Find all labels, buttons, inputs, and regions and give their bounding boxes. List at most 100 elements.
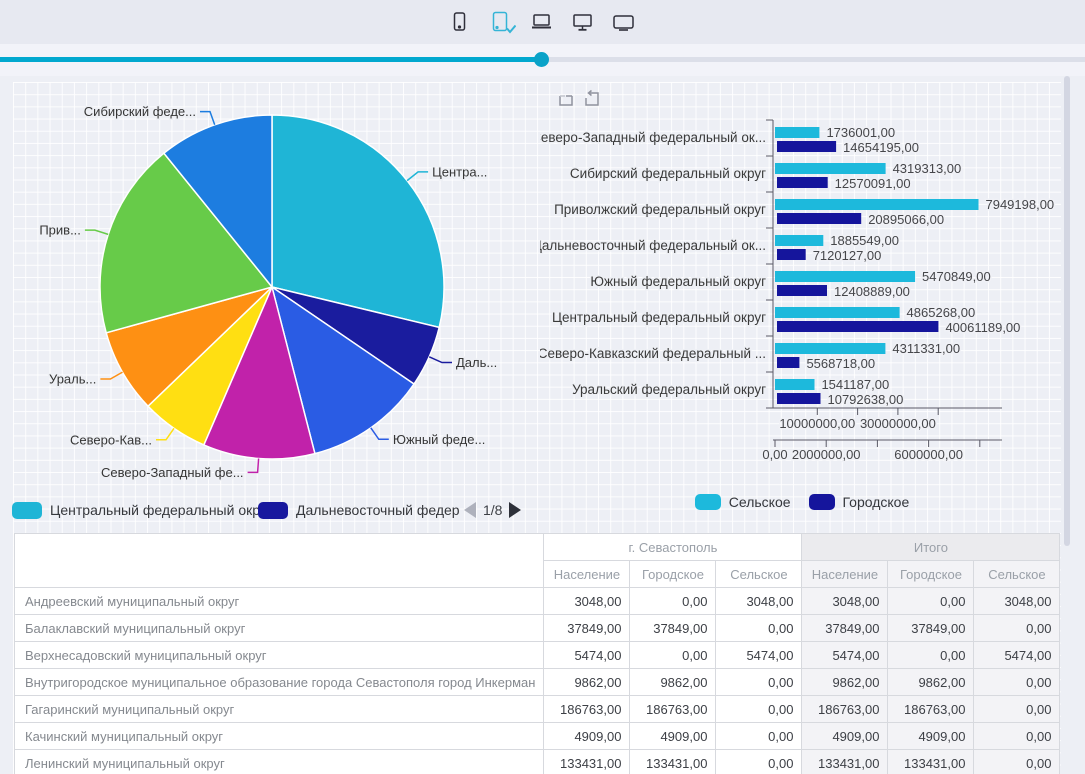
table-row[interactable]: Андреевский муниципальный округ3048,000,… (15, 588, 1060, 615)
table-row[interactable]: Балаклавский муниципальный округ37849,00… (15, 615, 1060, 642)
bar-category-label: Центральный федеральный округ (552, 310, 766, 325)
table-row[interactable]: Внутригородское муниципальное образовани… (15, 669, 1060, 696)
table-column-header: Сельское (716, 561, 802, 588)
bar-rural-5[interactable] (775, 307, 900, 318)
table-group-header: г. Севастополь (544, 534, 802, 561)
value-cell: 37849,00 (802, 615, 888, 642)
value-cell: 133431,00 (888, 750, 974, 774)
value-cell: 3048,00 (544, 588, 630, 615)
table-column-header: Население (802, 561, 888, 588)
value-cell: 4909,00 (630, 723, 716, 750)
next-page-icon[interactable] (509, 502, 521, 518)
value-cell: 0,00 (888, 642, 974, 669)
value-cell: 186763,00 (630, 696, 716, 723)
bar-urban-1[interactable] (777, 177, 828, 188)
value-cell: 0,00 (716, 723, 802, 750)
bar-value-label: 5470849,00 (922, 269, 991, 284)
table-column-header: Сельское (974, 561, 1060, 588)
bar-value-label: 7120127,00 (813, 248, 882, 263)
bar-urban-6[interactable] (777, 357, 799, 368)
svg-text:30000000,00: 30000000,00 (860, 416, 936, 431)
bar-rural-4[interactable] (775, 271, 915, 282)
value-cell: 37849,00 (630, 615, 716, 642)
pie-chart[interactable]: Центра...Даль...Южный феде...Северо-Запа… (0, 76, 530, 526)
bar-value-label: 40061189,00 (945, 320, 1020, 335)
bar-value-label: 7949198,00 (985, 197, 1054, 212)
population-table: г. СевастопольИтогоНаселениеГородскоеСел… (14, 533, 1060, 774)
bar-legend-item-0[interactable]: Сельское (695, 489, 791, 515)
bar-urban-4[interactable] (777, 285, 827, 296)
slider-handle[interactable] (534, 52, 549, 67)
value-cell: 5474,00 (974, 642, 1060, 669)
tablet-icon (488, 9, 516, 35)
row-name-cell: Ленинский муниципальный округ (15, 750, 544, 774)
bar-category-label: Приволжский федеральный округ (554, 202, 766, 217)
smartphone-icon (447, 9, 475, 35)
bar-urban-3[interactable] (777, 249, 806, 260)
bar-urban-5[interactable] (777, 321, 938, 332)
bar-value-label: 1541187,00 (821, 377, 889, 392)
bar-rural-2[interactable] (775, 199, 979, 210)
table-row[interactable]: Верхнесадовский муниципальный округ5474,… (15, 642, 1060, 669)
desktop-monitor-button[interactable] (570, 9, 598, 35)
bar-category-label: Северо-Западный федеральный ок... (540, 130, 766, 145)
pie-legend: Центральный федеральный округ Дальневост… (0, 497, 540, 523)
value-cell: 9862,00 (630, 669, 716, 696)
bar-legend-item-1[interactable]: Городское (809, 489, 910, 515)
bar-category-label: Северо-Кавказский федеральный ... (540, 346, 766, 361)
value-cell: 0,00 (716, 696, 802, 723)
smartphone-button[interactable] (447, 9, 475, 35)
pie-legend-item-1[interactable]: Дальневосточный федеральны (258, 497, 459, 523)
bar-value-label: 20895066,00 (868, 212, 944, 227)
value-cell: 0,00 (974, 696, 1060, 723)
value-cell: 186763,00 (888, 696, 974, 723)
legend-swatch (695, 494, 721, 510)
tablet-button[interactable] (488, 9, 516, 35)
value-cell: 0,00 (888, 588, 974, 615)
pie-slice-label: Сибирский феде... (84, 104, 196, 119)
pie-slice-label: Северо-Западный фе... (101, 465, 244, 480)
value-cell: 4909,00 (544, 723, 630, 750)
bar-rural-6[interactable] (775, 343, 885, 354)
svg-text:0,00: 0,00 (762, 447, 787, 462)
row-name-cell: Качинский муниципальный округ (15, 723, 544, 750)
device-preview-switcher (0, 0, 1085, 44)
bar-urban-7[interactable] (777, 393, 821, 404)
row-name-cell: Внутригородское муниципальное образовани… (15, 669, 544, 696)
bar-rural-1[interactable] (775, 163, 886, 174)
prev-page-icon[interactable] (464, 502, 476, 518)
bar-value-label: 12570091,00 (835, 176, 911, 191)
table-row[interactable]: Ленинский муниципальный округ133431,0013… (15, 750, 1060, 774)
bar-rural-7[interactable] (775, 379, 815, 390)
table-row[interactable]: Гагаринский муниципальный округ186763,00… (15, 696, 1060, 723)
laptop-icon (529, 9, 557, 35)
laptop-button[interactable] (529, 9, 557, 35)
bar-urban-2[interactable] (777, 213, 861, 224)
slider-fill (0, 57, 541, 62)
legend-swatch (12, 502, 42, 519)
bar-value-label: 14654195,00 (843, 140, 919, 155)
pie-slice-label: Центра... (432, 164, 487, 179)
bar-chart[interactable]: Северо-Западный федеральный ок...1736001… (540, 76, 1064, 476)
svg-text:2000000,00: 2000000,00 (792, 447, 861, 462)
bar-rural-0[interactable] (775, 127, 819, 138)
value-cell: 133431,00 (630, 750, 716, 774)
bar-urban-0[interactable] (777, 141, 836, 152)
bar-value-label: 1885549,00 (830, 233, 899, 248)
zoom-slider-row (0, 44, 1085, 76)
table-column-header: Городское (630, 561, 716, 588)
dashboard-canvas: Центра...Даль...Южный феде...Северо-Запа… (0, 76, 1085, 774)
bar-category-label: Сибирский федеральный округ (570, 166, 766, 181)
table-row[interactable]: Качинский муниципальный округ4909,004909… (15, 723, 1060, 750)
table-corner-cell (15, 534, 544, 588)
tv-button[interactable] (611, 9, 639, 35)
value-cell: 5474,00 (802, 642, 888, 669)
bar-rural-3[interactable] (775, 235, 823, 246)
value-cell: 133431,00 (544, 750, 630, 774)
legend-label: Центральный федеральный округ (50, 502, 272, 518)
value-cell: 0,00 (974, 615, 1060, 642)
value-cell: 0,00 (716, 750, 802, 774)
vertical-scrollbar[interactable] (1064, 76, 1070, 546)
bar-value-label: 10792638,00 (827, 392, 903, 407)
pie-legend-item-0[interactable]: Центральный федеральный округ (12, 497, 272, 523)
